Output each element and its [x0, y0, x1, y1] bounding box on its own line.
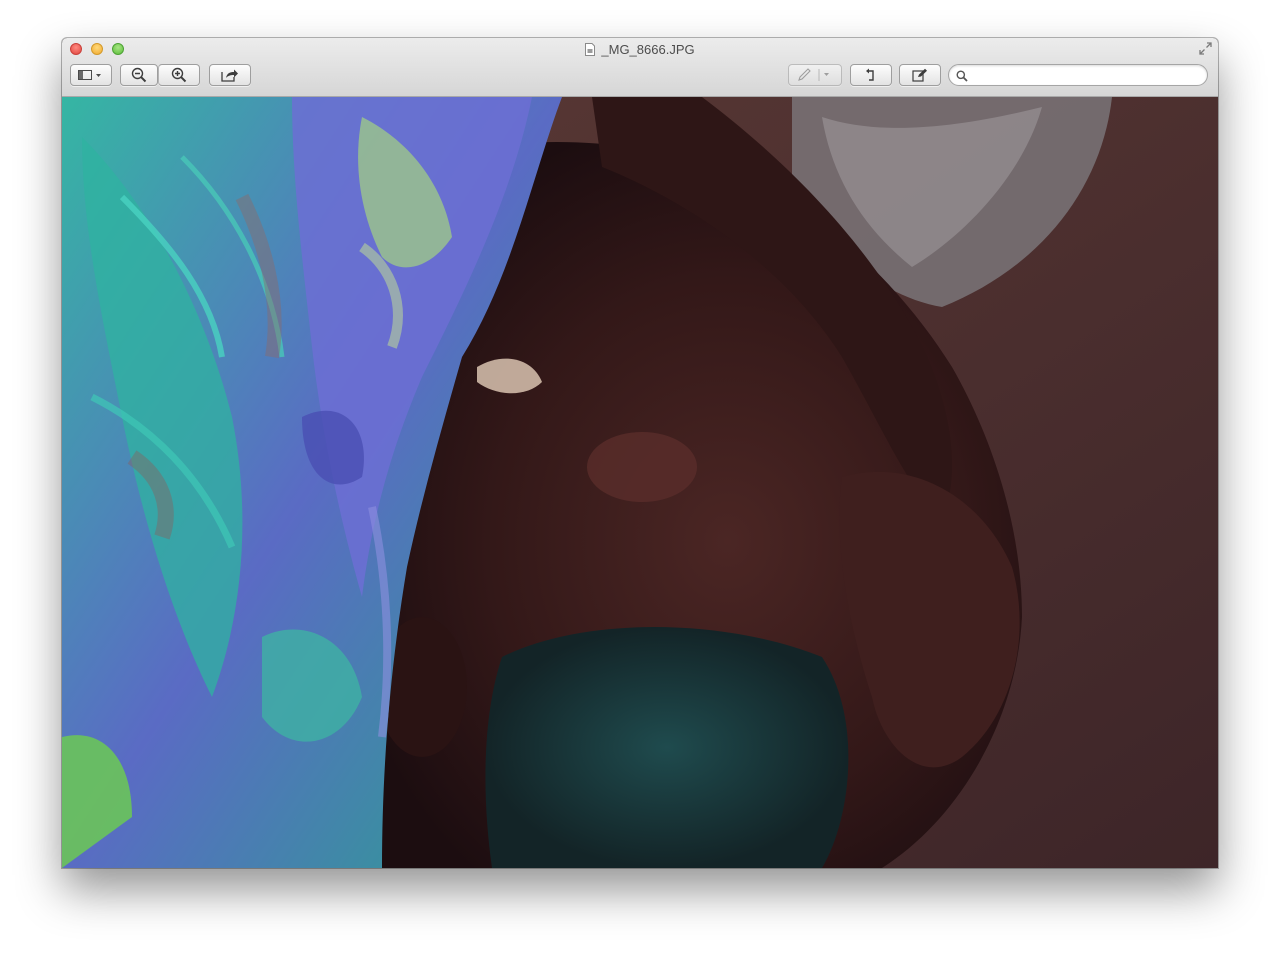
- zoom-in-icon: [171, 67, 187, 83]
- sidebar-view-button[interactable]: [70, 64, 112, 86]
- photo-canvas[interactable]: [62, 97, 1218, 868]
- share-icon: [221, 68, 239, 82]
- preview-window: _MG_8666.JPG: [62, 38, 1218, 868]
- photo: [62, 97, 1218, 868]
- zoom-in-button[interactable]: [158, 64, 200, 86]
- share-button[interactable]: [209, 64, 251, 86]
- markup-button[interactable]: [788, 64, 842, 86]
- search-input[interactable]: [971, 67, 1199, 83]
- pencil-icon: [797, 68, 833, 82]
- rotate-icon: [864, 68, 878, 82]
- fullscreen-icon[interactable]: [1199, 42, 1212, 55]
- window-title-container: _MG_8666.JPG: [62, 41, 1218, 58]
- window-title: _MG_8666.JPG: [601, 42, 695, 57]
- document-icon: [585, 43, 596, 56]
- title-bar[interactable]: _MG_8666.JPG: [62, 38, 1218, 97]
- sidebar-icon: [78, 69, 104, 81]
- edit-toolbar-button[interactable]: [899, 64, 941, 86]
- search-field[interactable]: [948, 64, 1208, 86]
- magnifier-icon: [956, 69, 968, 87]
- zoom-out-button[interactable]: [120, 64, 158, 86]
- zoom-out-icon: [131, 67, 147, 83]
- rotate-button[interactable]: [850, 64, 892, 86]
- edit-toolbar-icon: [912, 68, 928, 82]
